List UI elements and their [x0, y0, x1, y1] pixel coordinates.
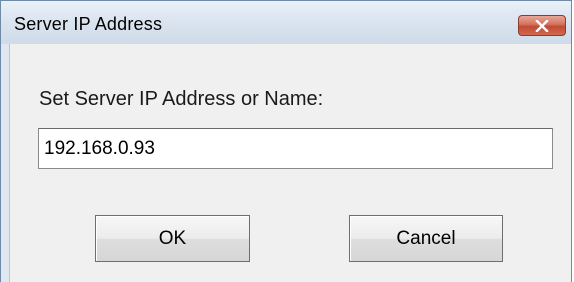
dialog-body: Set Server IP Address or Name: OK Cancel — [9, 44, 571, 282]
server-ip-dialog: Server IP Address Set Server IP Address … — [0, 0, 572, 282]
ok-button[interactable]: OK — [95, 215, 250, 262]
server-address-input[interactable] — [38, 128, 553, 169]
close-button[interactable] — [518, 15, 566, 36]
close-icon — [535, 19, 549, 32]
window-title: Server IP Address — [14, 14, 163, 34]
title-bar[interactable]: Server IP Address — [1, 1, 571, 44]
cancel-button[interactable]: Cancel — [349, 215, 503, 262]
server-prompt-label: Set Server IP Address or Name: — [39, 88, 324, 110]
